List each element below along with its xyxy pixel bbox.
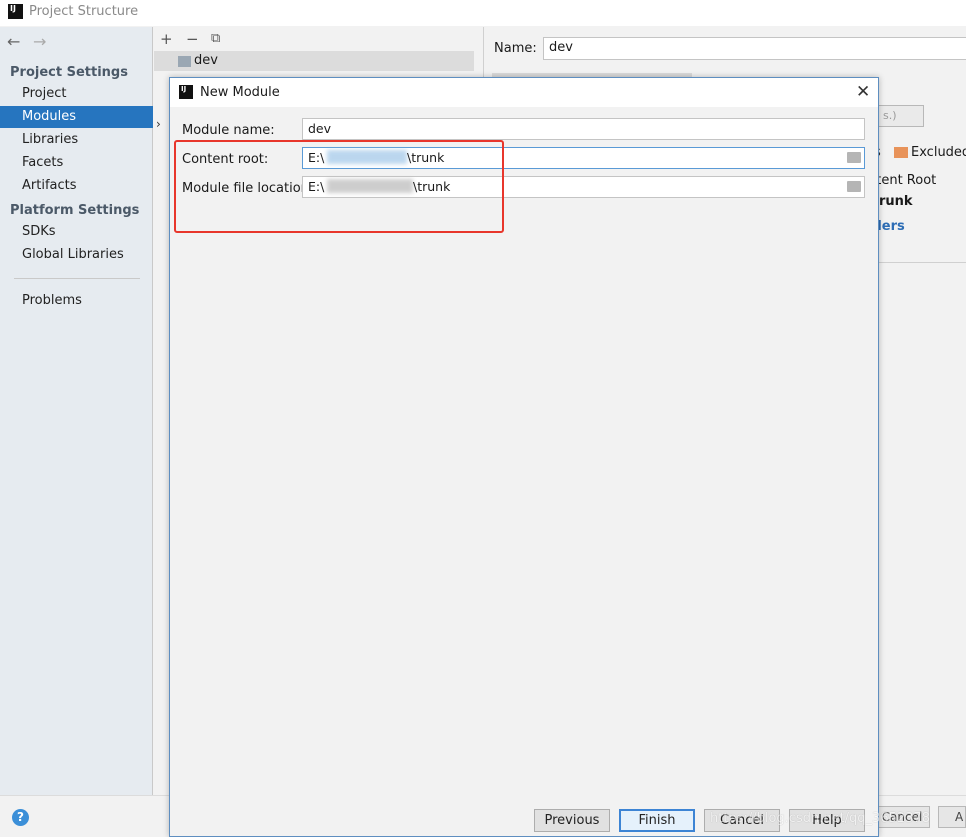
module-tree-item[interactable]: dev <box>154 51 474 71</box>
window-titlebar: IJ Project Structure <box>0 0 966 26</box>
sidebar-item-project[interactable]: Project <box>0 83 153 105</box>
module-name-field[interactable]: dev <box>302 118 865 140</box>
finish-button[interactable]: Finish <box>619 809 695 832</box>
intellij-logo-icon: IJ <box>179 85 193 99</box>
module-tree-label: dev <box>194 53 218 68</box>
close-icon[interactable]: ✕ <box>856 82 870 102</box>
red-highlight-annotation <box>174 140 504 233</box>
intellij-logo-icon: IJ <box>8 4 23 19</box>
module-name-label: Module name: <box>182 123 275 138</box>
watermark-text: https://blog.csdn.net/qq_3652378 <box>710 811 930 826</box>
project-settings-header: Project Settings <box>10 65 128 80</box>
browse-folder-icon[interactable] <box>847 152 861 163</box>
window-title: Project Structure <box>29 4 139 19</box>
sidebar-item-problems[interactable]: Problems <box>0 290 153 312</box>
new-module-dialog: IJ New Module ✕ Module name: dev Content… <box>169 77 930 837</box>
sidebar-item-global-libraries[interactable]: Global Libraries <box>0 244 153 266</box>
forward-arrow-icon[interactable]: → <box>33 32 46 51</box>
module-name-input[interactable]: dev <box>543 37 966 60</box>
name-label: Name: <box>494 41 537 56</box>
excluded-label[interactable]: Excluded <box>911 145 966 160</box>
sidebar-item-artifacts[interactable]: Artifacts <box>0 175 153 197</box>
dialog-title: New Module <box>200 85 280 100</box>
previous-button[interactable]: Previous <box>534 809 610 832</box>
copy-icon[interactable]: ⧉ <box>211 31 220 46</box>
back-arrow-icon[interactable]: ← <box>7 32 20 51</box>
remove-icon[interactable]: − <box>186 30 199 48</box>
details-divider <box>874 262 966 263</box>
help-icon[interactable]: ? <box>12 809 29 826</box>
sidebar-divider <box>14 278 140 279</box>
settings-sidebar: ← → Project Settings Project Modules Lib… <box>0 27 153 795</box>
module-folder-icon <box>178 56 191 67</box>
sidebar-item-libraries[interactable]: Libraries <box>0 129 153 151</box>
outer-apply-button[interactable]: A <box>938 806 966 828</box>
sidebar-item-facets[interactable]: Facets <box>0 152 153 174</box>
sidebar-item-sdks[interactable]: SDKs <box>0 221 153 243</box>
dialog-titlebar: IJ New Module ✕ <box>170 78 878 107</box>
sidebar-item-modules[interactable]: Modules <box>0 106 153 128</box>
add-icon[interactable]: + <box>160 30 173 48</box>
excluded-folder-icon <box>894 147 908 158</box>
platform-settings-header: Platform Settings <box>10 203 140 218</box>
browse-folder-icon[interactable] <box>847 181 861 192</box>
chevron-right-icon[interactable]: › <box>156 117 161 131</box>
language-level-dropdown[interactable]: s.) <box>878 105 924 127</box>
